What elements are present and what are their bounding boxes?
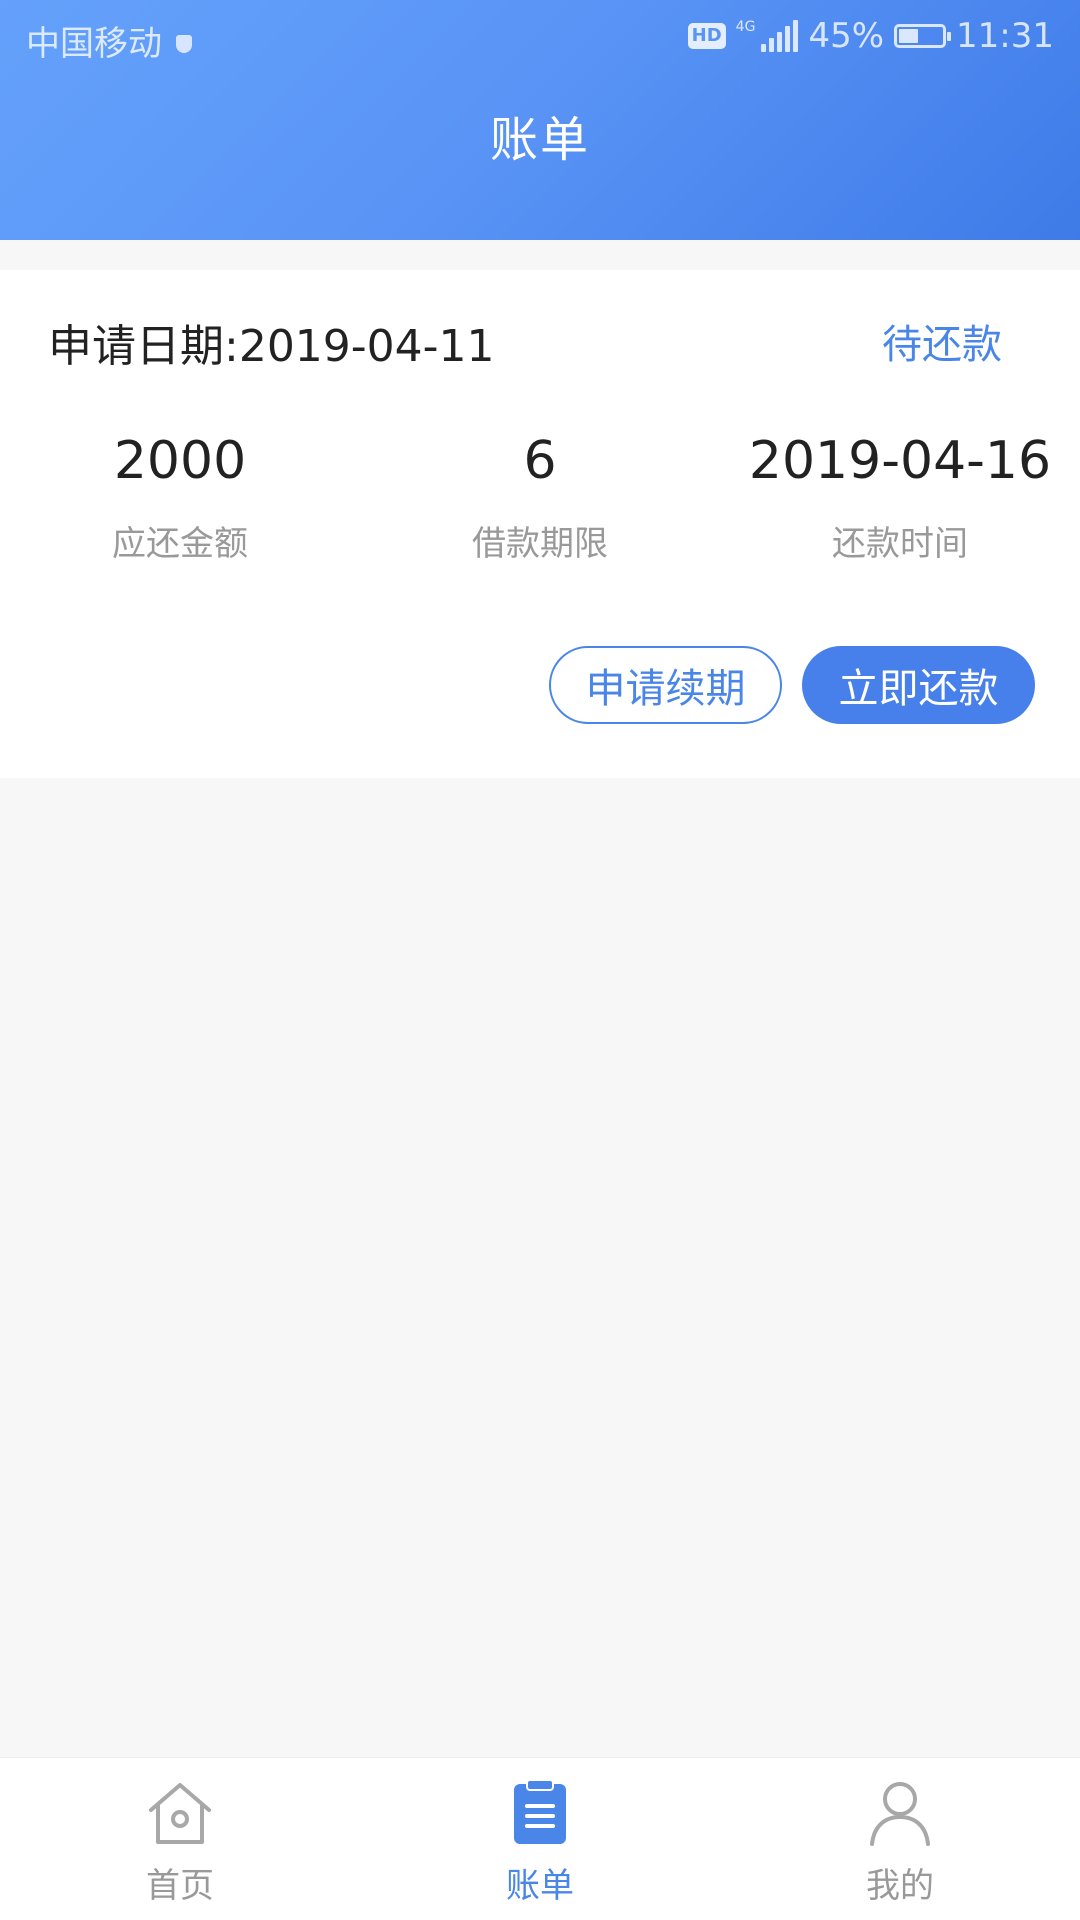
status-right: HD 4G 45% 11:31: [687, 16, 1054, 56]
stat-value: 2000: [113, 431, 247, 491]
bill-icon: [514, 1779, 566, 1844]
stat-label: 还款时间: [832, 524, 968, 564]
apply-date: 申请日期:2019-04-11: [48, 321, 495, 372]
nav-item-home[interactable]: 首页: [0, 1758, 360, 1920]
status-bar: 中国移动 HD 4G 45% 11:31: [0, 0, 1080, 75]
stat-repay-date: 2019-04-16 还款时间: [720, 430, 1080, 565]
stat-loan-term: 6 借款期限: [360, 430, 720, 565]
apply-renewal-button[interactable]: 申请续期: [549, 646, 782, 724]
bottom-nav: 首页 账单 我的: [0, 1757, 1080, 1920]
status-left: 中国移动: [26, 16, 192, 65]
shield-icon: [176, 34, 192, 53]
stat-value: 2019-04-16: [748, 431, 1052, 491]
battery-icon: [894, 24, 952, 48]
repay-now-button[interactable]: 立即还款: [802, 646, 1035, 724]
user-icon: [870, 1782, 930, 1846]
header: 中国移动 HD 4G 45% 11:31 账单: [0, 0, 1080, 240]
bill-status-badge: 待还款: [882, 322, 1002, 368]
bill-card[interactable]: 申请日期:2019-04-11 待还款 2000 应还金额 6 借款期限 201…: [0, 270, 1080, 778]
nav-item-bill[interactable]: 账单: [360, 1758, 720, 1920]
signal-icon: 4G: [736, 20, 799, 52]
stat-amount-due: 2000 应还金额: [0, 430, 360, 565]
carrier-name: 中国移动: [26, 24, 162, 64]
clock: 11:31: [956, 16, 1054, 56]
page-title: 账单: [489, 112, 590, 168]
nav-label: 账单: [506, 1866, 574, 1906]
stat-label: 应还金额: [112, 524, 248, 564]
nav-label: 首页: [146, 1866, 214, 1906]
battery-percent: 45%: [808, 16, 885, 56]
stat-label: 借款期限: [472, 524, 608, 564]
network-type: 4G: [735, 19, 756, 35]
stat-value: 6: [523, 431, 557, 491]
nav-label: 我的: [866, 1866, 934, 1906]
hd-icon: HD: [687, 23, 726, 49]
nav-item-mine[interactable]: 我的: [720, 1758, 1080, 1920]
home-icon: [149, 1783, 211, 1844]
bill-stats: 2000 应还金额 6 借款期限 2019-04-16 还款时间: [0, 430, 1080, 565]
